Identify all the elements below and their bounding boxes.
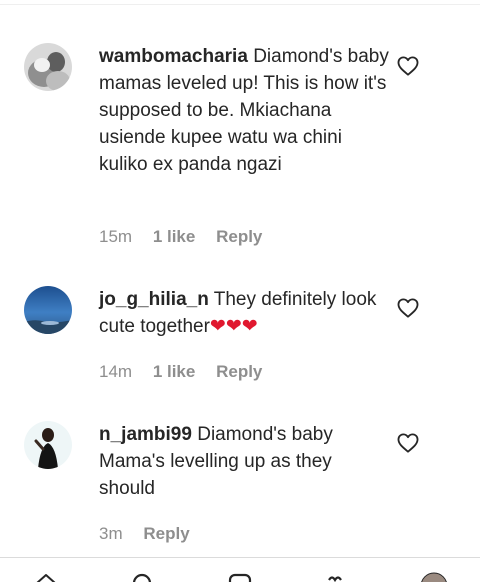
comment-time: 14m — [99, 362, 133, 381]
avatar[interactable] — [24, 421, 72, 469]
comment-meta: 14m 1 like Reply — [99, 362, 278, 382]
heart-outline-icon[interactable] — [397, 298, 419, 318]
comment-likes[interactable]: 1 like — [153, 227, 196, 246]
search-icon[interactable] — [131, 572, 155, 582]
comment-text: wambomacharia Diamond's baby mamas level… — [99, 43, 389, 178]
avatar[interactable] — [24, 43, 72, 91]
more-dots-icon: ····· — [236, 0, 266, 5]
comment-text: jo_g_hilia_n They definitely look cute t… — [99, 286, 389, 340]
comment-username[interactable]: n_jambi99 — [99, 424, 192, 445]
comment-text: n_jambi99 Diamond's baby Mama's levellin… — [99, 421, 389, 502]
avatar[interactable] — [24, 286, 72, 334]
comment-username[interactable]: jo_g_hilia_n — [99, 289, 209, 310]
comment-time: 15m — [99, 227, 133, 246]
reels-icon[interactable] — [228, 572, 252, 582]
comment-time: 3m — [99, 524, 123, 543]
heart-outline-icon[interactable] — [397, 433, 419, 453]
shop-icon[interactable] — [325, 572, 349, 582]
profile-avatar[interactable] — [420, 572, 448, 582]
heart-outline-icon[interactable] — [397, 56, 419, 76]
reply-button[interactable]: Reply — [143, 524, 189, 543]
comment-meta: 3m Reply — [99, 524, 206, 544]
reply-button[interactable]: Reply — [216, 227, 262, 246]
bottom-nav — [0, 557, 480, 582]
comment-likes[interactable]: 1 like — [153, 362, 196, 381]
heart-emoji: ❤❤❤ — [209, 315, 258, 337]
reply-button[interactable]: Reply — [216, 362, 262, 381]
comment-meta: 15m 1 like Reply — [99, 227, 278, 247]
comment-username[interactable]: wambomacharia — [99, 46, 248, 67]
home-icon[interactable] — [34, 572, 58, 582]
